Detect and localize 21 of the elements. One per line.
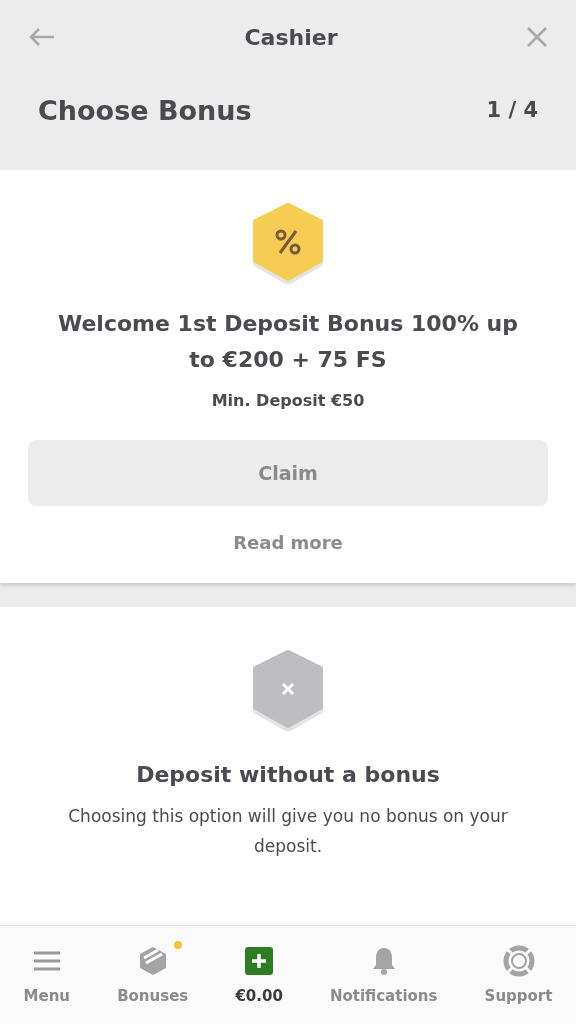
nav-item[interactable]: €0.00 xyxy=(233,941,285,1009)
window-title: Cashier xyxy=(244,24,338,50)
option-description: Choosing this option will give you no bonus on your deposit. xyxy=(67,805,509,858)
menu-icon xyxy=(31,949,62,973)
percent-badge-icon xyxy=(250,200,326,284)
min-deposit-text: Min. Deposit €50 xyxy=(211,390,365,412)
bonus-title: Welcome 1st Deposit Bonus 100% up to €200 + 75 FS xyxy=(56,310,519,374)
notification-dot xyxy=(174,941,183,949)
nav-item[interactable]: Menu xyxy=(21,941,72,1009)
option-title: Deposit without a bonus xyxy=(136,761,440,789)
nav-item[interactable]: Notifications xyxy=(327,941,440,1009)
read-more-link[interactable]: Read more xyxy=(233,532,343,553)
cube-icon xyxy=(138,946,167,976)
cross-badge-icon xyxy=(250,647,326,731)
lifebuoy-icon xyxy=(502,945,535,977)
step-counter: 1 / 4 xyxy=(486,98,538,122)
nav-item[interactable]: Bonuses xyxy=(115,941,191,1009)
plus-icon xyxy=(245,947,274,975)
page-heading: Choose Bonus xyxy=(38,94,252,126)
nav-item[interactable]: Support xyxy=(482,941,555,1009)
bell-icon xyxy=(370,946,397,976)
